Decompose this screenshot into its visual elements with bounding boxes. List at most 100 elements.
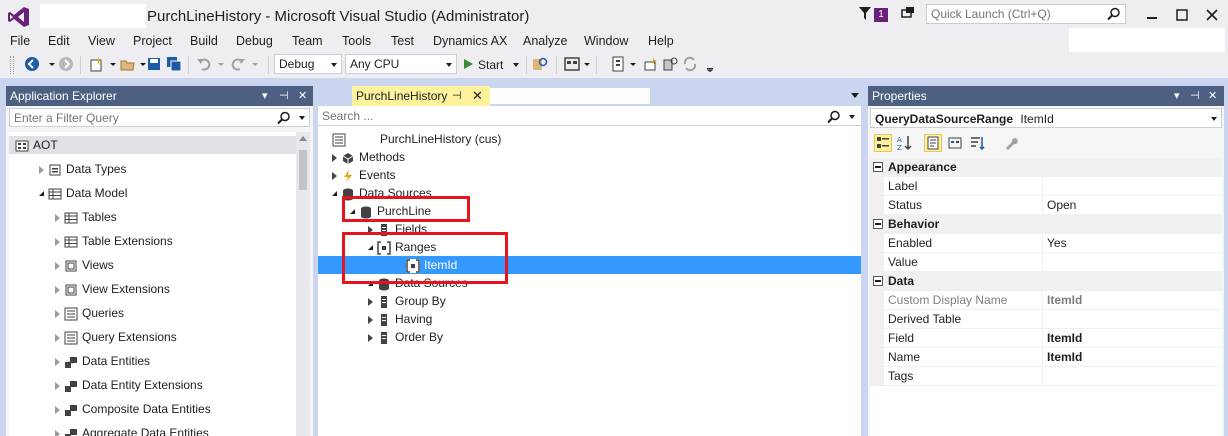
menu-window[interactable]: Window <box>584 34 628 48</box>
designer-search-box[interactable] <box>318 108 861 126</box>
solution-platform-select[interactable]: Any CPU <box>345 54 457 74</box>
tree-node-events[interactable]: Events <box>332 166 396 184</box>
expand-arrow-icon[interactable] <box>332 171 337 180</box>
property-value[interactable]: Open <box>1042 196 1222 215</box>
close-icon[interactable] <box>1202 6 1222 24</box>
property-value[interactable]: Yes <box>1042 234 1222 253</box>
start-debugging-button[interactable]: Start <box>462 55 520 75</box>
tree-node-data-model[interactable]: Data Model <box>39 184 127 202</box>
menu-build[interactable]: Build <box>190 34 218 48</box>
menu-project[interactable]: Project <box>133 34 172 48</box>
vertical-scrollbar[interactable] <box>296 132 310 436</box>
expand-arrow-icon[interactable] <box>55 261 60 270</box>
expand-arrow-icon[interactable] <box>55 333 60 342</box>
property-row-value[interactable]: Value <box>870 253 1222 272</box>
tree-node-data-entities[interactable]: Data Entities <box>55 352 150 370</box>
property-row-custom-display-name[interactable]: Custom Display Name ItemId <box>870 291 1222 310</box>
auto-hide-pin-icon[interactable]: ⊣ <box>1190 89 1200 102</box>
categorized-icon[interactable] <box>874 134 892 152</box>
menu-file[interactable]: File <box>10 34 30 48</box>
maximize-icon[interactable] <box>1172 6 1192 24</box>
tree-node-query-extensions[interactable]: Query Extensions <box>55 328 177 346</box>
tree-node-composite-data-entities[interactable]: Composite Data Entities <box>55 400 211 418</box>
quick-launch-box[interactable] <box>926 4 1126 24</box>
tree-node-having[interactable]: Having <box>368 310 432 328</box>
tree-node-aggregate-data-entities[interactable]: Aggregate Data Entities <box>55 424 209 436</box>
expand-arrow-icon[interactable] <box>332 153 337 162</box>
filter-query-input[interactable] <box>10 109 280 126</box>
feedback-icon[interactable] <box>900 6 916 22</box>
expand-arrow-icon[interactable] <box>55 429 60 436</box>
expand-arrow-icon[interactable] <box>55 213 60 222</box>
tree-node-data-types[interactable]: Data Types <box>39 160 126 178</box>
window-position-dropdown-icon[interactable]: ▾ <box>1174 89 1180 102</box>
search-icon[interactable] <box>827 110 841 124</box>
menu-dynamics-ax[interactable]: Dynamics AX <box>433 34 507 48</box>
new-project-icon[interactable] <box>88 56 104 72</box>
notification-count-badge[interactable]: 1 <box>874 8 888 22</box>
object-selector-dropdown-icon[interactable] <box>1211 117 1217 121</box>
collapse-box-icon[interactable] <box>873 162 883 172</box>
events-view-icon[interactable] <box>946 134 964 152</box>
synchronize-icon[interactable] <box>682 56 698 72</box>
tree-node-order-by[interactable]: Order By <box>368 328 443 346</box>
menu-tools[interactable]: Tools <box>342 34 371 48</box>
save-icon[interactable] <box>146 56 162 72</box>
pin-tab-icon[interactable]: ⊣ <box>452 89 462 102</box>
undo-icon[interactable] <box>196 56 212 72</box>
expand-arrow-icon[interactable] <box>368 297 373 306</box>
tree-node-group-by[interactable]: Group By <box>368 292 446 310</box>
toolbar-grip[interactable] <box>10 56 14 74</box>
expand-arrow-icon[interactable] <box>368 315 373 324</box>
search-icon[interactable] <box>277 111 291 125</box>
build-icon[interactable] <box>662 56 678 72</box>
undo-dropdown-icon[interactable] <box>214 56 230 72</box>
expand-arrow-icon[interactable] <box>39 165 44 174</box>
collapse-box-icon[interactable] <box>873 276 883 286</box>
close-pane-icon[interactable]: ✕ <box>298 89 307 102</box>
tree-node-methods[interactable]: Methods <box>332 148 405 166</box>
collapse-arrow-icon[interactable] <box>332 191 337 197</box>
property-value[interactable] <box>1042 310 1222 329</box>
toolbar-overflow-icon[interactable] <box>702 56 718 72</box>
start-dropdown-icon[interactable] <box>512 61 520 69</box>
property-value[interactable]: ItemId <box>1042 291 1222 310</box>
close-pane-icon[interactable]: ✕ <box>1208 89 1217 102</box>
tree-node-tables[interactable]: Tables <box>55 208 117 226</box>
search-options-dropdown-icon[interactable] <box>849 115 855 119</box>
property-value[interactable]: ItemId <box>1042 329 1222 348</box>
expand-arrow-icon[interactable] <box>55 285 60 294</box>
category-appearance[interactable]: Appearance <box>870 158 1222 177</box>
property-row-label[interactable]: Label <box>870 177 1222 196</box>
property-row-status[interactable]: Status Open <box>870 196 1222 215</box>
document-list-dropdown-icon[interactable] <box>851 93 859 98</box>
tree-node-queries[interactable]: Queries <box>55 304 124 322</box>
expand-arrow-icon[interactable] <box>55 405 60 414</box>
filter-dropdown-icon[interactable] <box>299 116 305 120</box>
quick-launch-input[interactable] <box>927 5 1103 23</box>
navigate-forward-icon[interactable] <box>58 56 74 72</box>
collapse-arrow-icon[interactable] <box>39 191 44 197</box>
redo-icon[interactable] <box>230 56 246 72</box>
open-file-icon[interactable] <box>120 56 136 72</box>
property-value[interactable] <box>1042 367 1222 386</box>
expand-arrow-icon[interactable] <box>55 309 60 318</box>
wrench-icon[interactable] <box>1002 134 1020 152</box>
menu-debug[interactable]: Debug <box>236 34 273 48</box>
layout-icon[interactable] <box>564 56 580 72</box>
expand-arrow-icon[interactable] <box>55 381 60 390</box>
alphabetical-icon[interactable]: AZ <box>896 134 914 152</box>
window-position-dropdown-icon[interactable]: ▾ <box>262 89 268 102</box>
menu-test[interactable]: Test <box>391 34 414 48</box>
tree-node-query-root[interactable]: PurchLineHistory (cus) <box>332 130 501 148</box>
navigate-back-icon[interactable] <box>24 56 40 72</box>
expand-arrow-icon[interactable] <box>55 237 60 246</box>
property-row-tags[interactable]: Tags <box>870 367 1222 386</box>
properties-view-icon[interactable] <box>924 134 942 152</box>
scrollbar-thumb[interactable] <box>299 150 307 190</box>
find-in-files-icon[interactable] <box>532 56 548 72</box>
close-tab-icon[interactable]: ✕ <box>472 88 483 104</box>
menu-help[interactable]: Help <box>648 34 674 48</box>
notification-flag-icon[interactable] <box>858 6 872 22</box>
object-selector[interactable]: QueryDataSourceRange ItemId <box>870 108 1222 128</box>
